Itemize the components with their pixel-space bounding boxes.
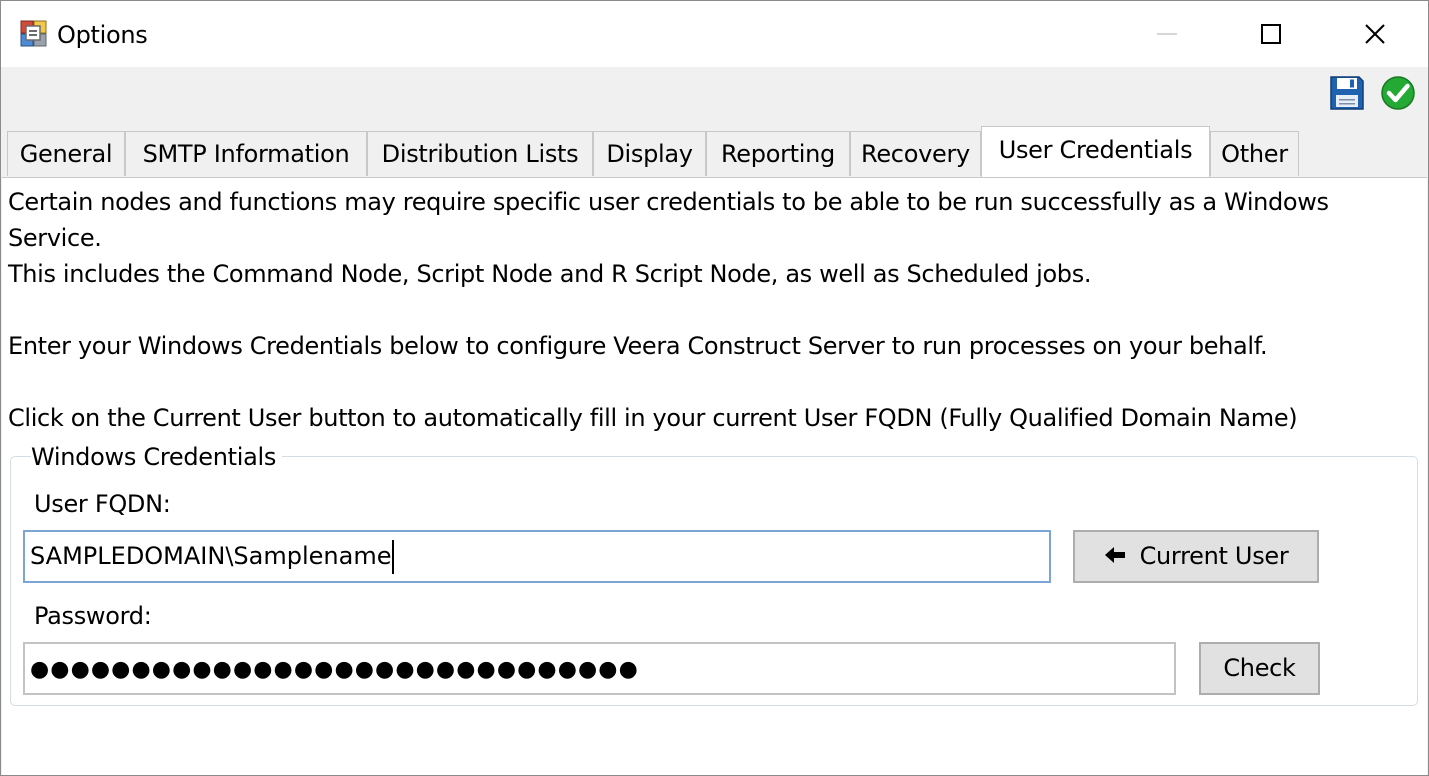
tab-distribution-lists[interactable]: Distribution Lists [367, 131, 593, 176]
description-line-3: This includes the Command Node, Script N… [8, 260, 1092, 288]
current-user-label: Current User [1139, 542, 1289, 570]
description-line-4: Enter your Windows Credentials below to … [8, 332, 1268, 360]
arrow-left-icon [1104, 533, 1126, 582]
windows-credentials-group: Windows Credentials User FQDN: SAMPLEDOM… [10, 439, 1418, 706]
tab-general[interactable]: General [7, 131, 125, 176]
minimize-icon [1157, 33, 1177, 35]
window-title: Options [57, 21, 148, 49]
tab-strip: General SMTP Information Distribution Li… [7, 126, 1423, 178]
user-fqdn-input[interactable]: SAMPLEDOMAIN\Samplename [23, 530, 1051, 583]
tab-recovery[interactable]: Recovery [850, 131, 981, 176]
tab-smtp-information[interactable]: SMTP Information [125, 131, 367, 176]
password-input[interactable]: ●●●●●●●●●●●●●●●●●●●●●●●●●●●●●● [23, 642, 1176, 695]
user-credentials-panel: Certain nodes and functions may require … [2, 177, 1427, 775]
save-icon[interactable] [1329, 75, 1365, 111]
minimize-button[interactable] [1115, 1, 1219, 67]
toolbar [1, 67, 1428, 129]
tab-display[interactable]: Display [593, 131, 706, 176]
current-user-button[interactable]: Current User [1073, 530, 1319, 583]
maximize-button[interactable] [1219, 1, 1323, 67]
text-caret [392, 540, 395, 574]
description-line-2: Service. [8, 224, 102, 252]
password-label: Password: [34, 602, 152, 630]
description-line-1: Certain nodes and functions may require … [8, 188, 1329, 216]
close-icon [1365, 24, 1385, 44]
description-line-5: Click on the Current User button to auto… [8, 404, 1298, 432]
app-icon [20, 20, 48, 48]
title-bar: Options [1, 1, 1428, 67]
check-button[interactable]: Check [1199, 642, 1320, 695]
tab-reporting[interactable]: Reporting [706, 131, 850, 176]
checkmark-icon[interactable] [1380, 75, 1416, 111]
password-value: ●●●●●●●●●●●●●●●●●●●●●●●●●●●●●● [30, 657, 639, 682]
close-button[interactable] [1323, 1, 1427, 67]
tab-user-credentials[interactable]: User Credentials [981, 126, 1210, 177]
group-title: Windows Credentials [31, 439, 283, 475]
user-fqdn-value: SAMPLEDOMAIN\Samplename [30, 542, 392, 570]
user-fqdn-label: User FQDN: [34, 490, 171, 518]
options-window: Options General SMTP Information Distrib… [0, 0, 1429, 776]
tab-other[interactable]: Other [1210, 131, 1299, 176]
maximize-icon [1261, 24, 1281, 44]
